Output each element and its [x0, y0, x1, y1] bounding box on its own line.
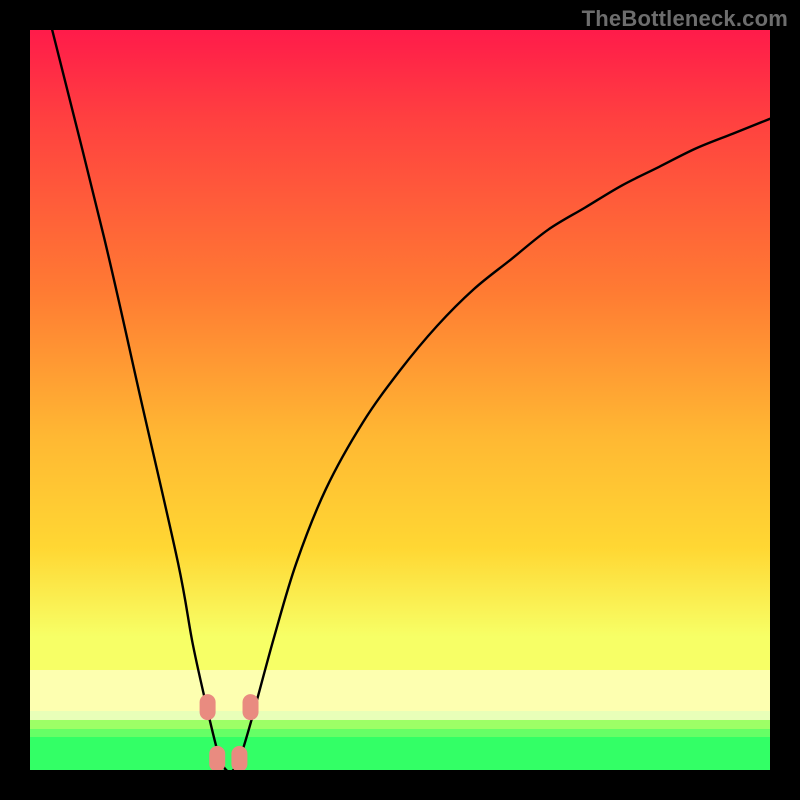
curve-path: [52, 30, 770, 770]
curve-marker: [231, 746, 247, 770]
bottleneck-curve: [30, 30, 770, 770]
curve-marker: [243, 694, 259, 720]
curve-marker: [200, 694, 216, 720]
curve-marker: [209, 746, 225, 770]
plot-area: [30, 30, 770, 770]
chart-canvas: TheBottleneck.com: [0, 0, 800, 800]
watermark: TheBottleneck.com: [582, 6, 788, 32]
